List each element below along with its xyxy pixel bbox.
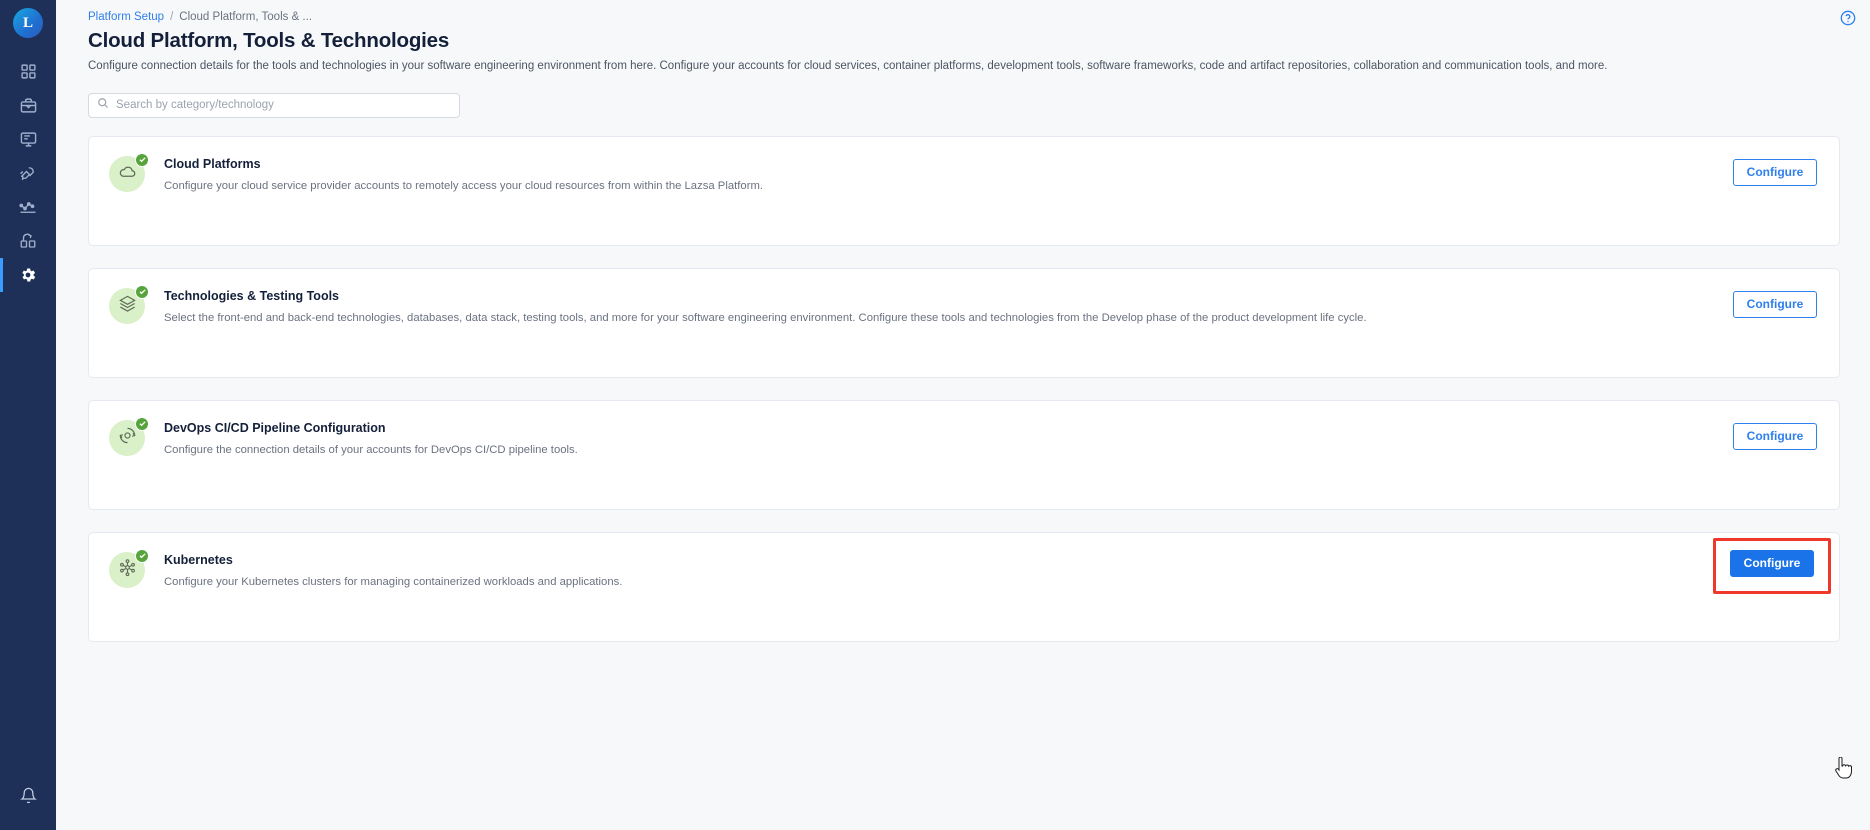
card-kubernetes: Kubernetes Configure your Kubernetes clu… [88, 531, 1840, 642]
sidebar: L [0, 0, 56, 830]
breadcrumb: Platform Setup / Cloud Platform, Tools &… [56, 0, 1870, 23]
help-circle-icon[interactable] [1840, 10, 1856, 26]
card-icon-badge [109, 284, 149, 324]
bell-icon [19, 787, 37, 804]
sidebar-item-notifications[interactable] [0, 778, 56, 812]
analytics-icon [19, 198, 37, 216]
sidebar-item-workspace[interactable] [0, 122, 56, 156]
layers-icon [118, 294, 137, 318]
card-description: Select the front-end and back-end techno… [164, 311, 1367, 324]
search-input[interactable] [116, 99, 451, 112]
card-text: DevOps CI/CD Pipeline Configuration Conf… [145, 419, 1817, 458]
card-text: Kubernetes Configure your Kubernetes clu… [145, 551, 1817, 590]
sidebar-item-platform-setup[interactable] [0, 258, 56, 292]
card-title: Kubernetes [164, 552, 233, 567]
card-icon-badge [109, 548, 149, 588]
cards-list: Cloud Platforms Configure your cloud ser… [56, 118, 1870, 642]
breadcrumb-parent-link[interactable]: Platform Setup [88, 11, 164, 23]
page-description: Configure connection details for the too… [88, 60, 1608, 72]
page-title: Cloud Platform, Tools & Technologies [88, 29, 450, 52]
briefcase-icon [20, 97, 37, 114]
card-technologies-testing-tools: Technologies & Testing Tools Select the … [88, 267, 1840, 378]
check-circle-icon [135, 548, 149, 563]
card-description: Configure your Kubernetes clusters for m… [164, 575, 623, 588]
configure-button-devops-cicd-pipeline-configuration[interactable]: Configure [1733, 422, 1817, 450]
card-text: Cloud Platforms Configure your cloud ser… [145, 155, 1817, 194]
app-root: L Platform Setup / Cloud Platform, Tools… [0, 0, 1870, 830]
search-icon [97, 96, 109, 114]
pipeline-icon [118, 426, 137, 450]
card-action: Configure [1733, 158, 1817, 186]
mouse-cursor-pointer [1834, 756, 1852, 779]
card-icon-badge [109, 416, 149, 456]
logo-letter: L [22, 14, 33, 31]
kubernetes-icon [118, 558, 137, 582]
sidebar-item-integrations[interactable] [0, 224, 56, 258]
sidebar-item-insights[interactable] [0, 190, 56, 224]
card-cloud-platforms: Cloud Platforms Configure your cloud ser… [88, 135, 1840, 246]
search-container [56, 75, 1870, 118]
card-text: Technologies & Testing Tools Select the … [145, 287, 1817, 326]
integrations-icon [19, 232, 37, 250]
card-title: DevOps CI/CD Pipeline Configuration [164, 420, 386, 435]
configure-button-kubernetes[interactable]: Configure [1730, 549, 1814, 577]
search-box[interactable] [88, 92, 460, 118]
configure-button-cloud-platforms[interactable]: Configure [1733, 158, 1817, 186]
card-icon-badge [109, 152, 149, 192]
breadcrumb-separator: / [170, 11, 174, 23]
app-logo[interactable]: L [13, 8, 43, 38]
check-circle-icon [135, 284, 149, 299]
card-title: Technologies & Testing Tools [164, 288, 340, 303]
sidebar-item-portfolio[interactable] [0, 88, 56, 122]
rocket-icon [19, 164, 37, 182]
check-circle-icon [135, 152, 149, 167]
card-title: Cloud Platforms [164, 156, 261, 171]
monitor-icon [20, 131, 37, 148]
check-circle-icon [135, 416, 149, 431]
card-action: Configure [1733, 422, 1817, 450]
configure-button-technologies-testing-tools[interactable]: Configure [1733, 290, 1817, 318]
card-description: Configure the connection details of your… [164, 443, 578, 456]
card-devops-cicd-pipeline-configuration: DevOps CI/CD Pipeline Configuration Conf… [88, 399, 1840, 510]
gear-icon [19, 266, 37, 284]
cloud-icon [118, 162, 137, 186]
breadcrumb-current: Cloud Platform, Tools & ... [179, 11, 313, 23]
card-action: Configure [1733, 290, 1817, 318]
dashboard-icon [20, 63, 37, 80]
sidebar-item-launch[interactable] [0, 156, 56, 190]
main-content: Platform Setup / Cloud Platform, Tools &… [56, 0, 1870, 830]
sidebar-item-dashboard[interactable] [0, 54, 56, 88]
card-description: Configure your cloud service provider ac… [164, 179, 763, 192]
